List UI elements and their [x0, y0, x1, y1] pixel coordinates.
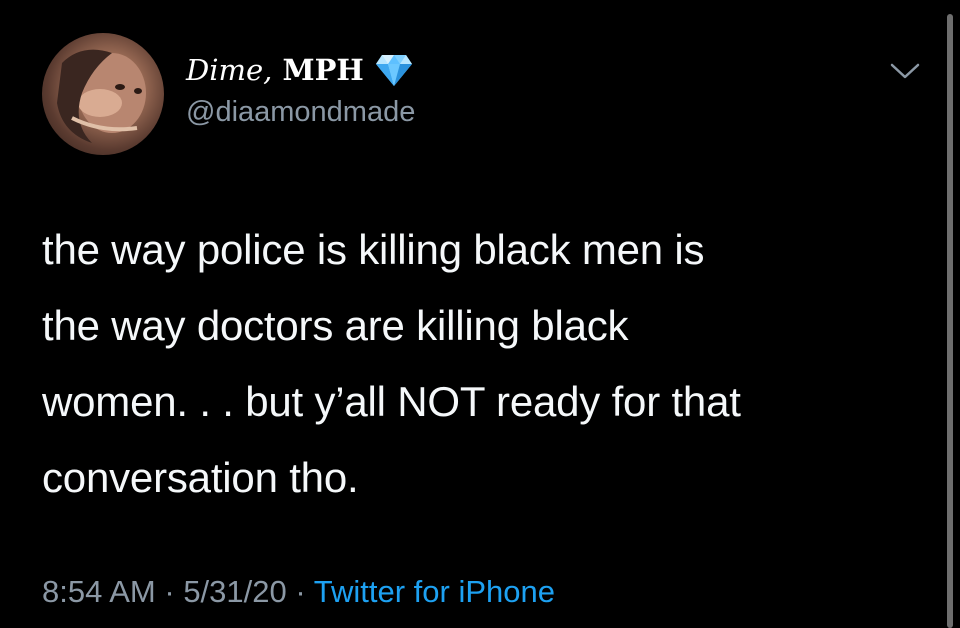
- scrollbar[interactable]: [947, 14, 953, 628]
- display-name[interactable]: Dime, MPH: [186, 53, 364, 87]
- meta-separator: ·: [155, 574, 184, 609]
- meta-separator: ·: [286, 574, 314, 609]
- tweet-source-link[interactable]: Twitter for iPhone: [314, 574, 555, 609]
- diamond-icon: [374, 52, 414, 88]
- chevron-down-icon[interactable]: [888, 58, 922, 84]
- tweet-meta: 8:54 AM · 5/31/20 · Twitter for iPhone: [42, 574, 555, 610]
- tweet-time[interactable]: 8:54 AM: [42, 574, 156, 609]
- avatar-image: [57, 49, 146, 143]
- display-name-row[interactable]: Dime, MPH: [186, 50, 414, 90]
- tweet-card: Dime, MPH @diaamondmade the way police i…: [0, 0, 960, 628]
- tweet-date[interactable]: 5/31/20: [183, 574, 286, 609]
- avatar[interactable]: [42, 33, 164, 155]
- tweet-text-line: women. . . but y’all NOT ready for that: [42, 378, 741, 425]
- display-name-script: Dime,: [186, 53, 273, 87]
- tweet-text-line: conversation tho.: [42, 454, 359, 501]
- display-name-suffix: MPH: [282, 53, 364, 87]
- user-handle[interactable]: @diaamondmade: [186, 96, 415, 129]
- tweet-text-line: the way police is killing black men is: [42, 226, 705, 273]
- tweet-text-line: the way doctors are killing black: [42, 302, 629, 349]
- tweet-text: the way police is killing black men is t…: [42, 212, 912, 516]
